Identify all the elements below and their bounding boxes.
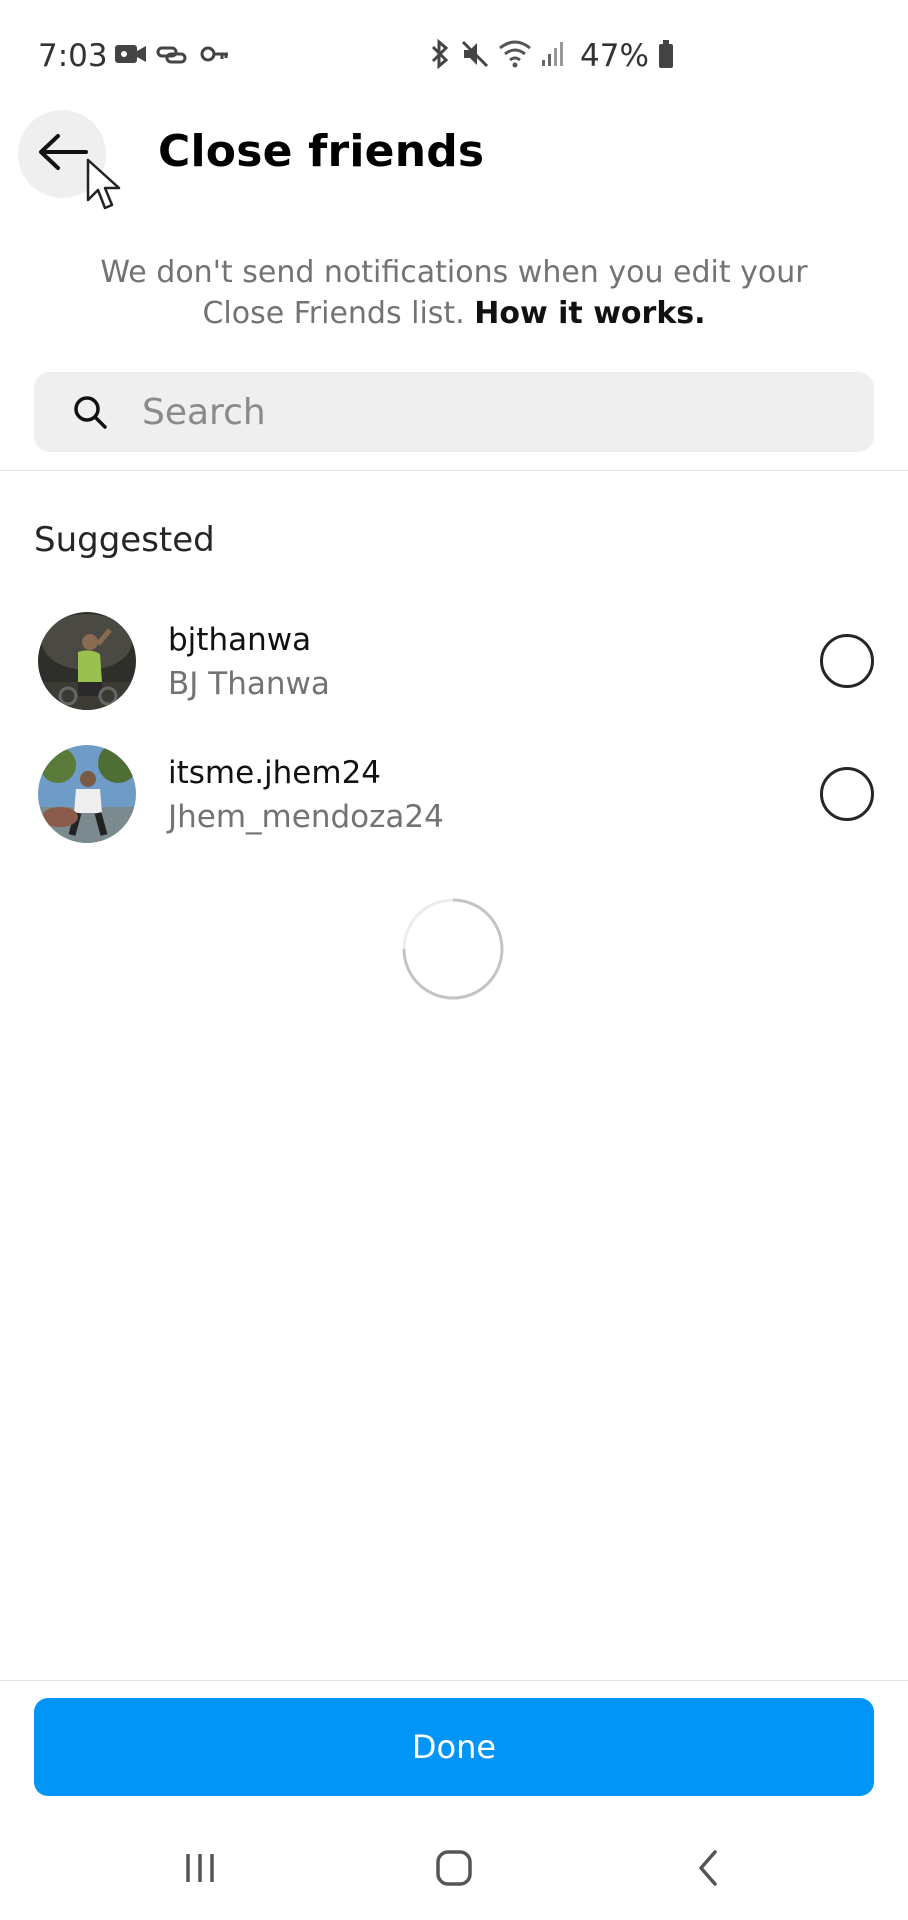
search-icon <box>70 392 110 432</box>
how-it-works-link[interactable]: How it works. <box>474 296 705 331</box>
recent-apps-icon[interactable] <box>160 1836 240 1900</box>
key-icon <box>200 40 230 72</box>
status-icons-right: 47% <box>428 38 675 74</box>
username: bjthanwa <box>168 622 312 658</box>
info-text: We don't send notifications when you edi… <box>60 252 848 334</box>
home-icon[interactable] <box>414 1836 494 1900</box>
bluetooth-icon <box>428 38 452 74</box>
full-name: Jhem_mendoza24 <box>168 799 444 835</box>
select-radio[interactable] <box>820 634 874 688</box>
list-item[interactable]: bjthanwa BJ Thanwa <box>0 600 908 720</box>
status-time: 7:03 <box>38 38 108 74</box>
navigation-bar <box>0 1816 908 1920</box>
username: itsme.jhem24 <box>168 755 382 791</box>
search-bar[interactable] <box>34 372 874 452</box>
divider <box>0 1680 908 1681</box>
avatar <box>38 745 136 843</box>
signal-icon <box>540 38 566 74</box>
mute-icon <box>460 38 490 74</box>
loading-spinner-icon <box>400 896 506 1002</box>
video-camera-icon <box>114 40 148 72</box>
battery-percentage: 47% <box>580 38 649 74</box>
battery-icon <box>657 38 675 74</box>
arrow-left-icon <box>36 132 88 176</box>
link-icon <box>156 40 188 72</box>
back-nav-icon[interactable] <box>668 1836 748 1900</box>
mouse-cursor-icon <box>84 158 124 218</box>
done-button[interactable]: Done <box>34 1698 874 1796</box>
select-radio[interactable] <box>820 767 874 821</box>
status-bar: 7:03 47% <box>0 0 908 112</box>
divider <box>0 470 908 471</box>
search-input[interactable] <box>142 391 842 433</box>
full-name: BJ Thanwa <box>168 666 330 702</box>
page-title: Close friends <box>158 126 485 177</box>
avatar <box>38 612 136 710</box>
wifi-icon <box>498 38 532 74</box>
list-item[interactable]: itsme.jhem24 Jhem_mendoza24 <box>0 733 908 853</box>
suggested-heading: Suggested <box>34 520 215 560</box>
